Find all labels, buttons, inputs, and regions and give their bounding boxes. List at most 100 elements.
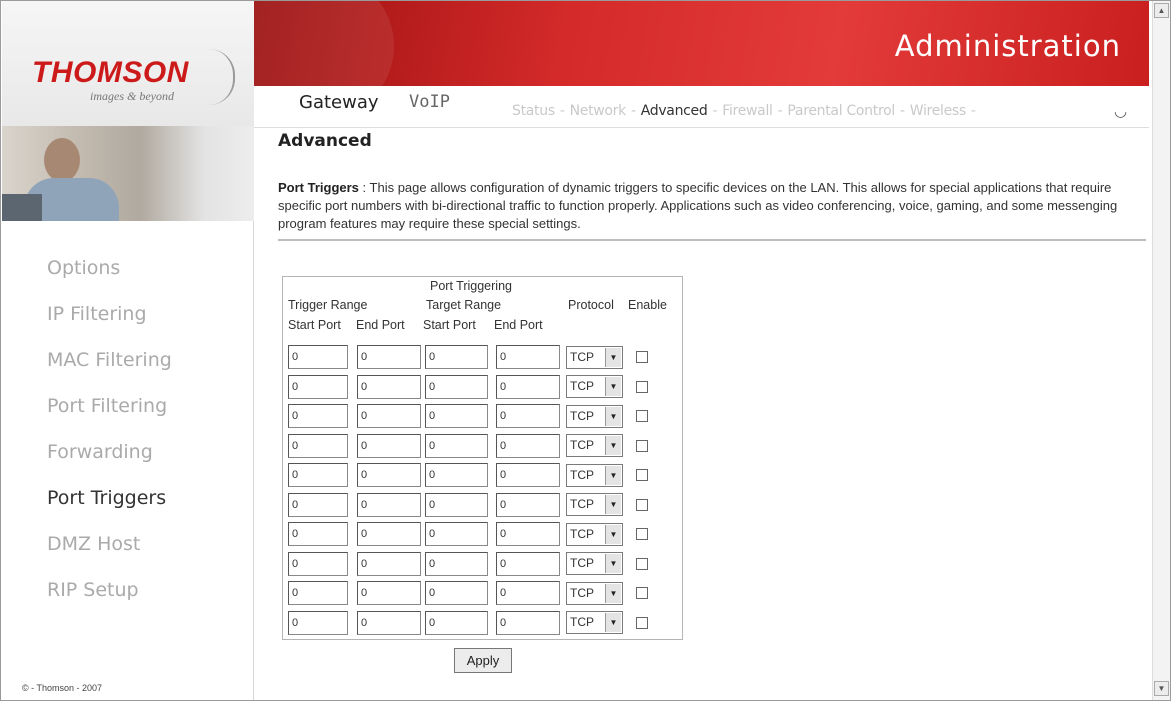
scroll-up-icon[interactable]: ▲ — [1154, 3, 1169, 18]
enable-checkbox[interactable] — [636, 439, 648, 452]
subnav-wireless[interactable]: Wireless — [910, 103, 966, 119]
trigger-end-input[interactable] — [357, 522, 421, 546]
vertical-scrollbar[interactable]: ▲ ▼ — [1152, 1, 1170, 700]
dropdown-arrow-icon[interactable]: ▼ — [605, 583, 621, 603]
protocol-select[interactable]: TCP ▼ — [566, 611, 623, 634]
target-start-input[interactable] — [425, 404, 488, 428]
apply-button[interactable]: Apply — [454, 648, 512, 673]
trigger-start-input[interactable] — [288, 374, 348, 399]
target-start-input[interactable] — [425, 374, 488, 399]
trigger-end-input[interactable] — [357, 463, 421, 487]
trigger-end-input[interactable] — [357, 492, 421, 517]
trigger-start-input[interactable] — [288, 345, 348, 369]
dropdown-arrow-icon[interactable]: ▼ — [605, 347, 621, 367]
protocol-select[interactable]: TCP ▼ — [566, 404, 623, 428]
enable-checkbox[interactable] — [636, 616, 648, 629]
dropdown-arrow-icon[interactable]: ▼ — [605, 554, 621, 573]
protocol-select[interactable]: TCP ▼ — [566, 375, 623, 398]
target-start-input[interactable] — [425, 345, 488, 369]
target-end-input[interactable] — [496, 551, 560, 576]
target-start-input[interactable] — [425, 463, 488, 487]
subnav-separator: - — [559, 103, 565, 119]
trigger-end-input[interactable] — [357, 433, 421, 458]
enable-checkbox[interactable] — [636, 469, 648, 481]
dropdown-arrow-icon[interactable]: ▼ — [605, 524, 621, 544]
trigger-end-input[interactable] — [357, 581, 421, 605]
protocol-select[interactable]: TCP ▼ — [566, 522, 623, 546]
subnav-network[interactable]: Network — [570, 103, 627, 119]
protocol-select[interactable]: TCP ▼ — [566, 463, 623, 487]
sidebar-item-port-filtering[interactable]: Port Filtering — [2, 383, 254, 429]
target-start-input[interactable] — [425, 522, 488, 546]
target-start-input[interactable] — [425, 551, 488, 576]
target-end-input[interactable] — [496, 492, 560, 517]
intro-paragraph: Port Triggers : This page allows configu… — [278, 179, 1146, 233]
sidebar-item-options[interactable]: Options — [2, 245, 254, 291]
target-start-input[interactable] — [425, 492, 488, 517]
sidebar-item-mac-filtering[interactable]: MAC Filtering — [2, 337, 254, 383]
protocol-select[interactable]: TCP ▼ — [566, 434, 623, 457]
dropdown-arrow-icon[interactable]: ▼ — [605, 436, 621, 455]
enable-checkbox[interactable] — [636, 528, 648, 540]
trigger-end-input[interactable] — [357, 610, 421, 635]
trigger-start-input[interactable] — [288, 463, 348, 487]
protocol-value: TCP — [570, 467, 594, 482]
sidebar-item-dmz-host[interactable]: DMZ Host — [2, 521, 254, 567]
dropdown-arrow-icon[interactable]: ▼ — [605, 613, 621, 632]
trigger-start-input[interactable] — [288, 610, 348, 635]
trigger-end-input[interactable] — [357, 551, 421, 576]
protocol-select[interactable]: TCP ▼ — [566, 552, 623, 575]
protocol-select[interactable]: TCP ▼ — [566, 493, 623, 516]
enable-checkbox[interactable] — [636, 557, 648, 570]
subnav-separator: - — [777, 103, 783, 119]
subnav-status[interactable]: Status — [512, 103, 555, 119]
intro-separator: : — [358, 180, 370, 195]
dropdown-arrow-icon[interactable]: ▼ — [605, 406, 621, 426]
protocol-value: TCP — [570, 379, 594, 393]
trigger-start-input[interactable] — [288, 522, 348, 546]
sidebar-item-port-triggers[interactable]: Port Triggers — [2, 475, 254, 521]
target-start-input[interactable] — [425, 610, 488, 635]
dropdown-arrow-icon[interactable]: ▼ — [605, 495, 621, 514]
target-start-input[interactable] — [425, 581, 488, 605]
trigger-start-input[interactable] — [288, 433, 348, 458]
logo-swoosh-icon — [209, 49, 235, 105]
trigger-end-input[interactable] — [357, 404, 421, 428]
header-trigger-end-port: End Port — [356, 318, 405, 332]
target-end-input[interactable] — [496, 345, 560, 369]
trigger-start-input[interactable] — [288, 492, 348, 517]
enable-checkbox[interactable] — [636, 380, 648, 393]
dropdown-arrow-icon[interactable]: ▼ — [605, 377, 621, 396]
trigger-end-input[interactable] — [357, 345, 421, 369]
target-end-input[interactable] — [496, 610, 560, 635]
target-end-input[interactable] — [496, 404, 560, 428]
subnav-parental-control[interactable]: Parental Control — [787, 103, 895, 119]
dropdown-arrow-icon[interactable]: ▼ — [605, 465, 621, 485]
protocol-value: TCP — [570, 497, 594, 511]
target-end-input[interactable] — [496, 433, 560, 458]
sidebar-item-ip-filtering[interactable]: IP Filtering — [2, 291, 254, 337]
enable-checkbox[interactable] — [636, 587, 648, 599]
tab-gateway[interactable]: Gateway — [299, 92, 379, 113]
scroll-down-icon[interactable]: ▼ — [1154, 681, 1169, 696]
trigger-start-input[interactable] — [288, 551, 348, 576]
protocol-select[interactable]: TCP ▼ — [566, 581, 623, 605]
target-start-input[interactable] — [425, 433, 488, 458]
target-end-input[interactable] — [496, 581, 560, 605]
enable-checkbox[interactable] — [636, 410, 648, 422]
trigger-start-input[interactable] — [288, 404, 348, 428]
header-trigger-start-port: Start Port — [288, 318, 341, 332]
subnav-advanced[interactable]: Advanced — [641, 103, 708, 119]
target-end-input[interactable] — [496, 522, 560, 546]
trigger-start-input[interactable] — [288, 581, 348, 605]
subnav-firewall[interactable]: Firewall — [722, 103, 773, 119]
enable-checkbox[interactable] — [636, 351, 648, 363]
enable-checkbox[interactable] — [636, 498, 648, 511]
target-end-input[interactable] — [496, 374, 560, 399]
trigger-end-input[interactable] — [357, 374, 421, 399]
target-end-input[interactable] — [496, 463, 560, 487]
sidebar-item-forwarding[interactable]: Forwarding — [2, 429, 254, 475]
tab-voip[interactable]: VoIP — [409, 92, 450, 112]
sidebar-item-rip-setup[interactable]: RIP Setup — [2, 567, 254, 613]
protocol-select[interactable]: TCP ▼ — [566, 345, 623, 369]
